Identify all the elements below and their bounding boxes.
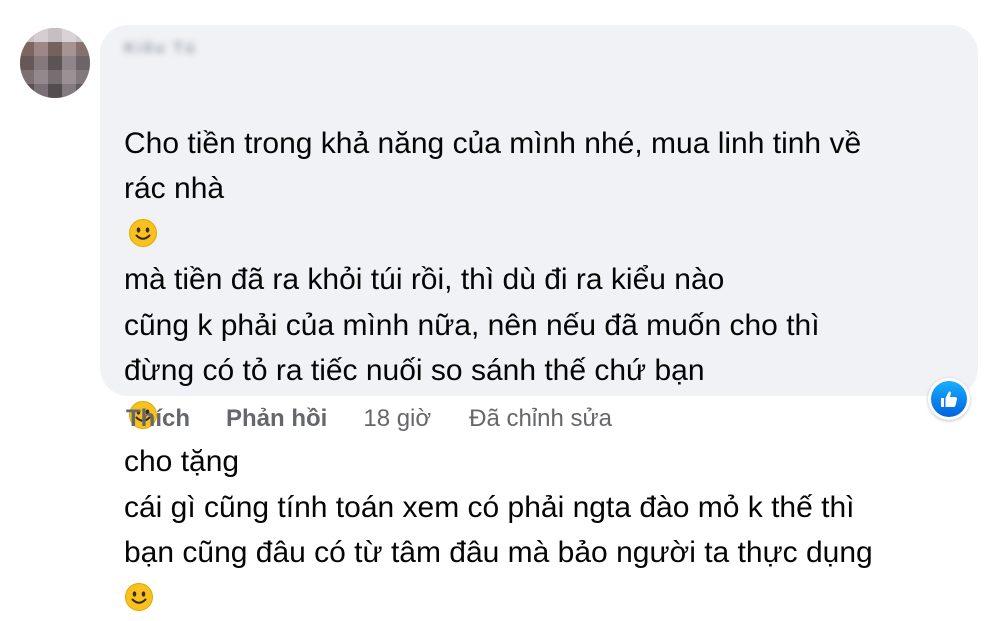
avatar[interactable] [20,28,90,98]
comment-text-segment: Cho tiền trong khả năng của mình nhé, mu… [124,126,862,206]
smiley-emoji-icon [129,218,157,247]
comment-text: Cho tiền trong khả năng của mình nhé, mu… [124,75,964,621]
comment-actions: Thích Phản hồi 18 giờ Đã chỉnh sửa [126,404,612,434]
like-button[interactable]: Thích [126,405,190,433]
thumbs-up-icon [931,381,967,417]
author-name[interactable]: Kiều Tú [124,40,218,62]
comment-text-segment: cho tặng cái gì cũng tính toán xem có ph… [124,445,873,569]
timestamp-link[interactable]: 18 giờ [363,405,431,433]
edited-label[interactable]: Đã chỉnh sửa [469,405,612,433]
comment-bubble: Kiều Tú Cho tiền trong khả năng của mình… [100,25,978,611]
reaction-badge[interactable] [928,378,970,420]
comment-text-segment: mà tiền đã ra khỏi túi rồi, thì dù đi ra… [124,263,820,387]
reply-button[interactable]: Phản hồi [226,405,327,433]
smiley-emoji-icon [125,582,153,611]
